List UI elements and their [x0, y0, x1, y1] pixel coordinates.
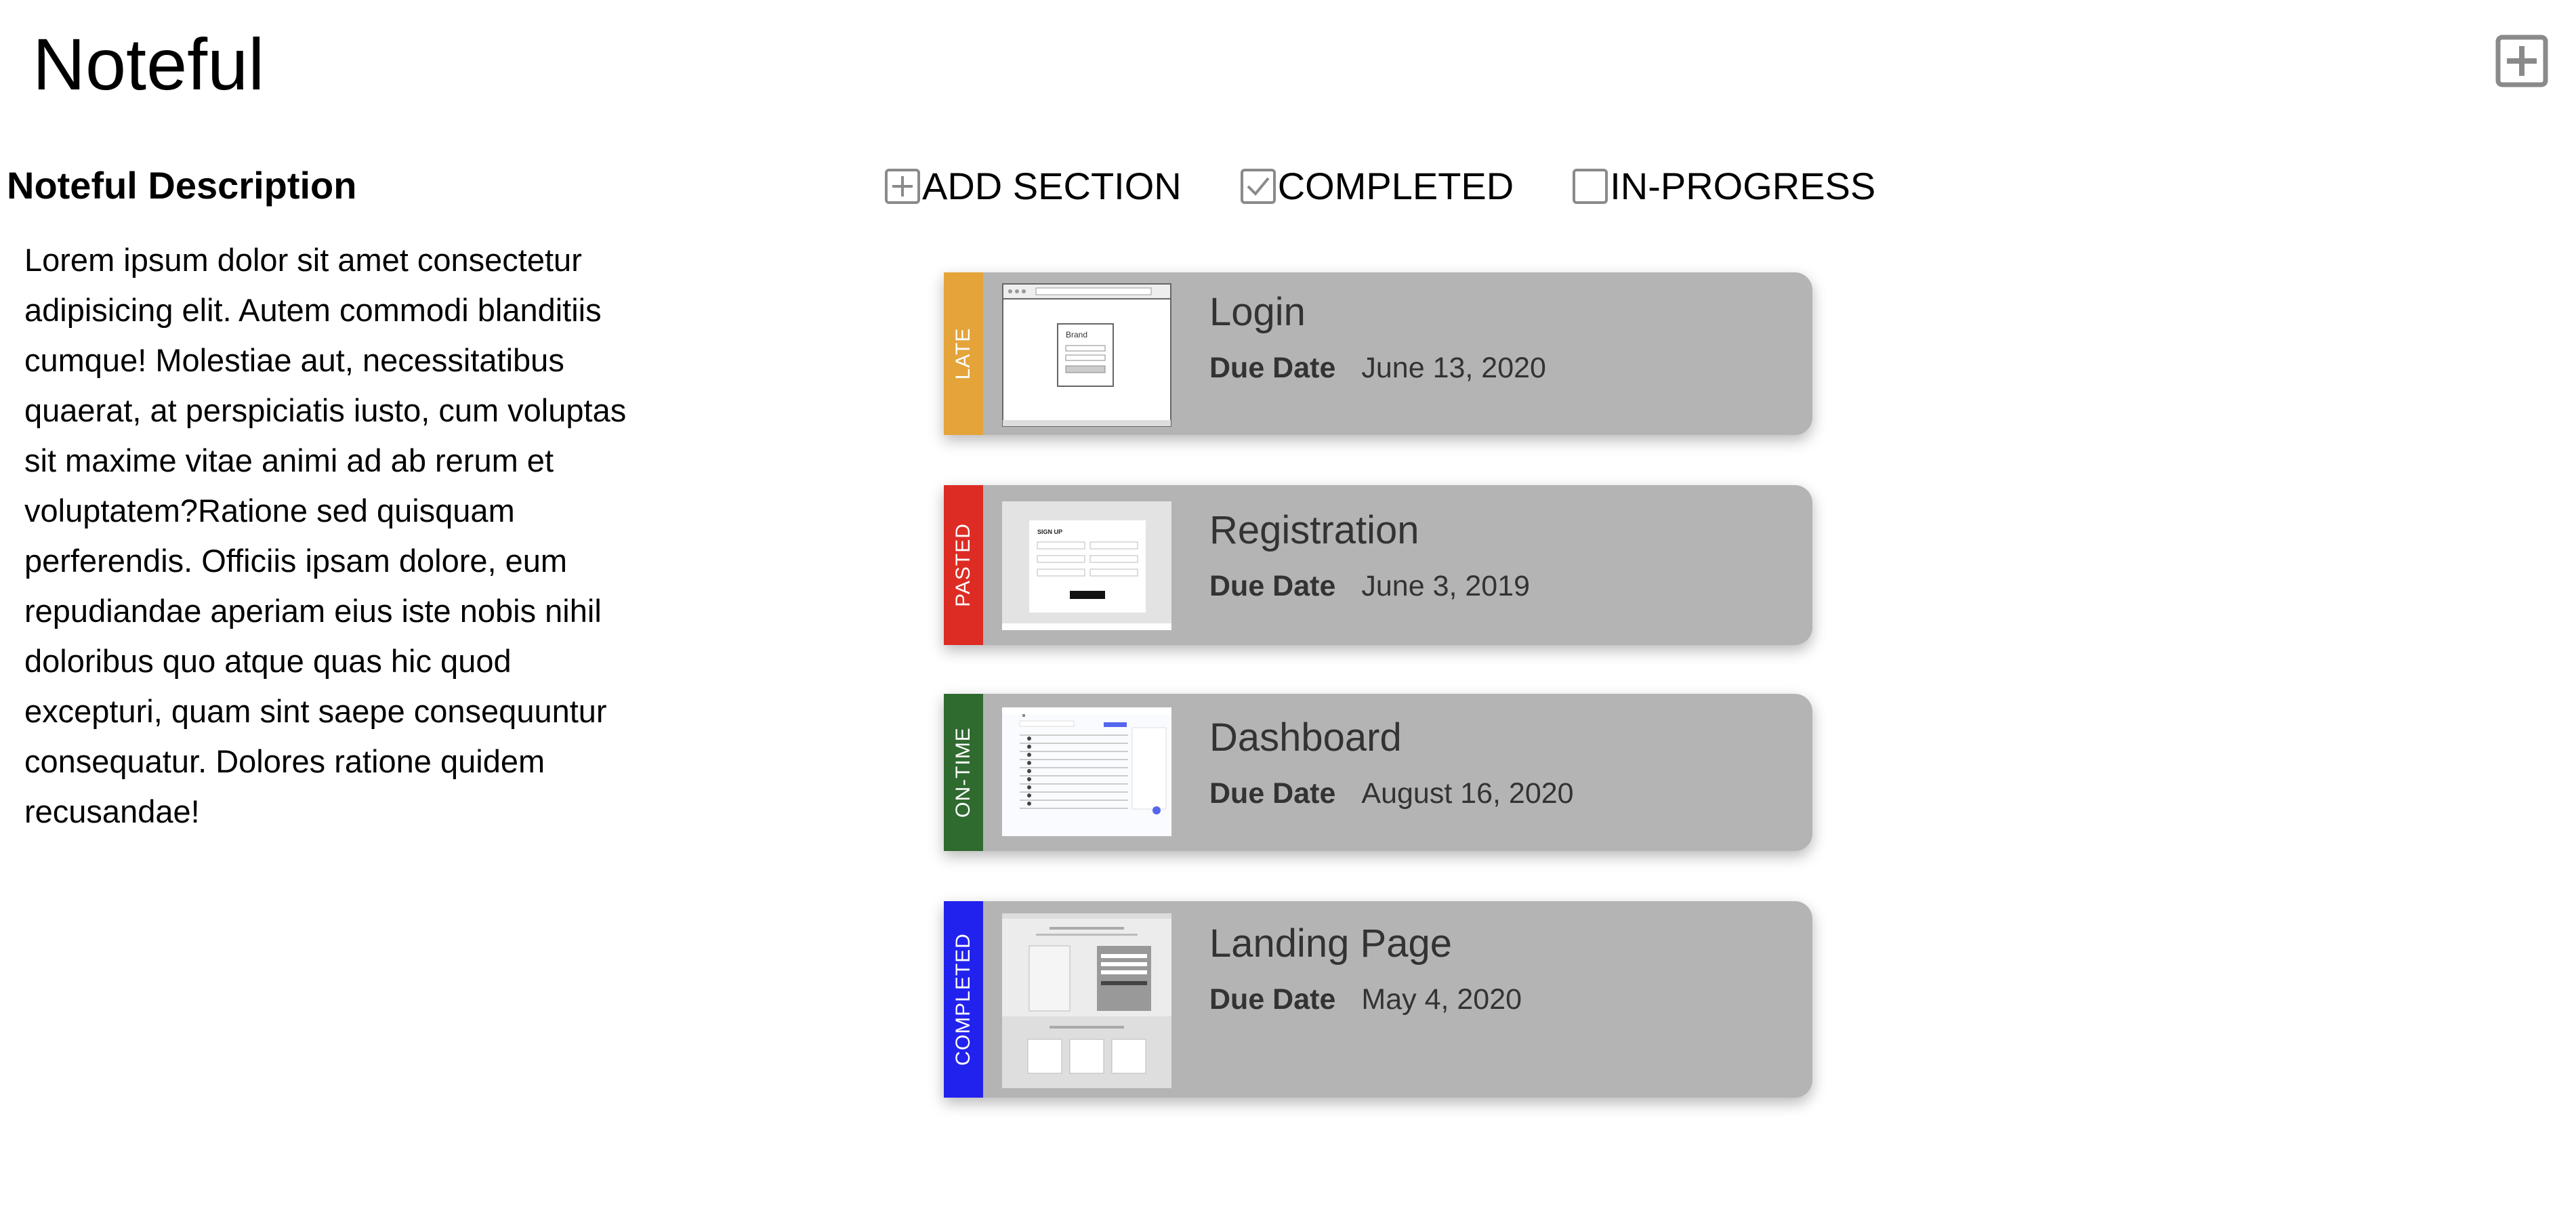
in-progress-filter-checkbox[interactable]: IN-PROGRESS: [1572, 167, 1875, 205]
note-thumbnail: [1002, 707, 1171, 836]
note-title: Landing Page: [1209, 921, 1452, 966]
note-thumbnail: Brand: [1002, 283, 1171, 427]
note-card[interactable]: COMPLETED Landing Page Due Date May 4, 2…: [944, 901, 1812, 1098]
due-date-value: August 16, 2020: [1361, 777, 1574, 810]
note-card[interactable]: ON-TIME Dashboard Due Date August 16, 20…: [944, 694, 1812, 851]
add-section-button[interactable]: ADD SECTION: [884, 167, 1182, 205]
due-date-value: May 4, 2020: [1361, 983, 1522, 1016]
status-label: ON-TIME: [952, 727, 974, 818]
note-thumbnail: SIGN UP: [1002, 501, 1171, 630]
thumb-signup-text: SIGN UP: [1037, 528, 1062, 535]
plus-square-icon: [2495, 35, 2548, 87]
sidebar-description: Lorem ipsum dolor sit amet consectetur a…: [24, 242, 627, 830]
in-progress-filter-label: IN-PROGRESS: [1610, 165, 1876, 207]
note-card[interactable]: LATE Brand Login Due Date June 13, 2020: [944, 272, 1812, 435]
due-date-value: June 13, 2020: [1361, 352, 1546, 384]
due-date-label: Due Date: [1209, 352, 1336, 384]
due-date-row: Due Date May 4, 2020: [1209, 985, 1522, 1014]
checked-checkbox-icon: [1240, 169, 1276, 204]
status-label: COMPLETED: [952, 933, 974, 1066]
completed-filter-label: COMPLETED: [1277, 165, 1514, 207]
due-date-label: Due Date: [1209, 983, 1336, 1016]
status-label: PASTED: [952, 523, 974, 607]
note-title: Dashboard: [1209, 716, 1402, 760]
note-card[interactable]: PASTED SIGN UP Registration Due Date June…: [944, 485, 1812, 645]
due-date-row: Due Date June 13, 2020: [1209, 354, 1546, 383]
status-indicator: ON-TIME: [944, 694, 983, 851]
due-date-row: Due Date June 3, 2019: [1209, 572, 1530, 601]
sidebar-heading: Noteful Description: [7, 164, 357, 207]
note-title: Registration: [1209, 508, 1419, 552]
note-thumbnail: [1002, 913, 1171, 1088]
sidebar: Noteful Description Lorem ipsum dolor si…: [7, 163, 644, 837]
add-section-label: ADD SECTION: [922, 165, 1182, 207]
due-date-value: June 3, 2019: [1361, 570, 1531, 602]
status-indicator: LATE: [944, 272, 983, 435]
due-date-label: Due Date: [1209, 570, 1336, 602]
plus-square-icon: [885, 169, 920, 204]
add-note-button[interactable]: [2495, 34, 2549, 88]
section-toolbar: ADD SECTION COMPLETED IN-PROGRESS: [884, 163, 1875, 210]
app-title: Noteful: [33, 23, 265, 105]
status-indicator: COMPLETED: [944, 901, 983, 1098]
unchecked-checkbox-icon: [1573, 169, 1608, 204]
due-date-label: Due Date: [1209, 777, 1336, 810]
completed-filter-checkbox[interactable]: COMPLETED: [1240, 167, 1514, 205]
status-label: LATE: [952, 327, 974, 380]
note-title: Login: [1209, 290, 1306, 334]
status-indicator: PASTED: [944, 485, 983, 645]
thumb-brand-text: Brand: [1066, 330, 1087, 339]
due-date-row: Due Date August 16, 2020: [1209, 779, 1574, 808]
